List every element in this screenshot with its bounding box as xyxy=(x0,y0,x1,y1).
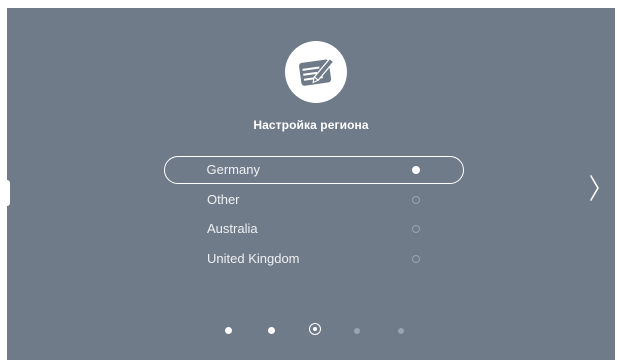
radio-selected-icon xyxy=(411,165,420,174)
page-dot-current xyxy=(309,323,321,335)
region-option-label: Other xyxy=(207,192,240,207)
setup-wizard-screen: Настройка региона Germany Other Australi… xyxy=(7,8,615,360)
document-edit-icon xyxy=(285,41,347,103)
page-dot xyxy=(225,327,232,334)
radio-unselected-icon xyxy=(412,255,420,263)
page-dot xyxy=(398,327,404,334)
chevron-right-icon[interactable] xyxy=(584,173,604,203)
radio-unselected-icon xyxy=(412,196,420,204)
region-option-germany[interactable]: Germany xyxy=(164,156,464,184)
region-option-united-kingdom[interactable]: United Kingdom xyxy=(164,245,464,273)
region-option-label: United Kingdom xyxy=(207,251,300,266)
page-dot xyxy=(268,327,275,334)
page-indicator xyxy=(7,323,615,339)
region-option-other[interactable]: Other xyxy=(164,186,464,214)
page-title: Настройка региона xyxy=(253,118,369,132)
radio-unselected-icon xyxy=(412,225,420,233)
region-option-australia[interactable]: Australia xyxy=(164,215,464,243)
region-option-label: Germany xyxy=(206,161,260,177)
region-option-label: Australia xyxy=(207,221,258,236)
previous-page-edge[interactable] xyxy=(7,180,10,206)
page-dot xyxy=(354,327,360,334)
